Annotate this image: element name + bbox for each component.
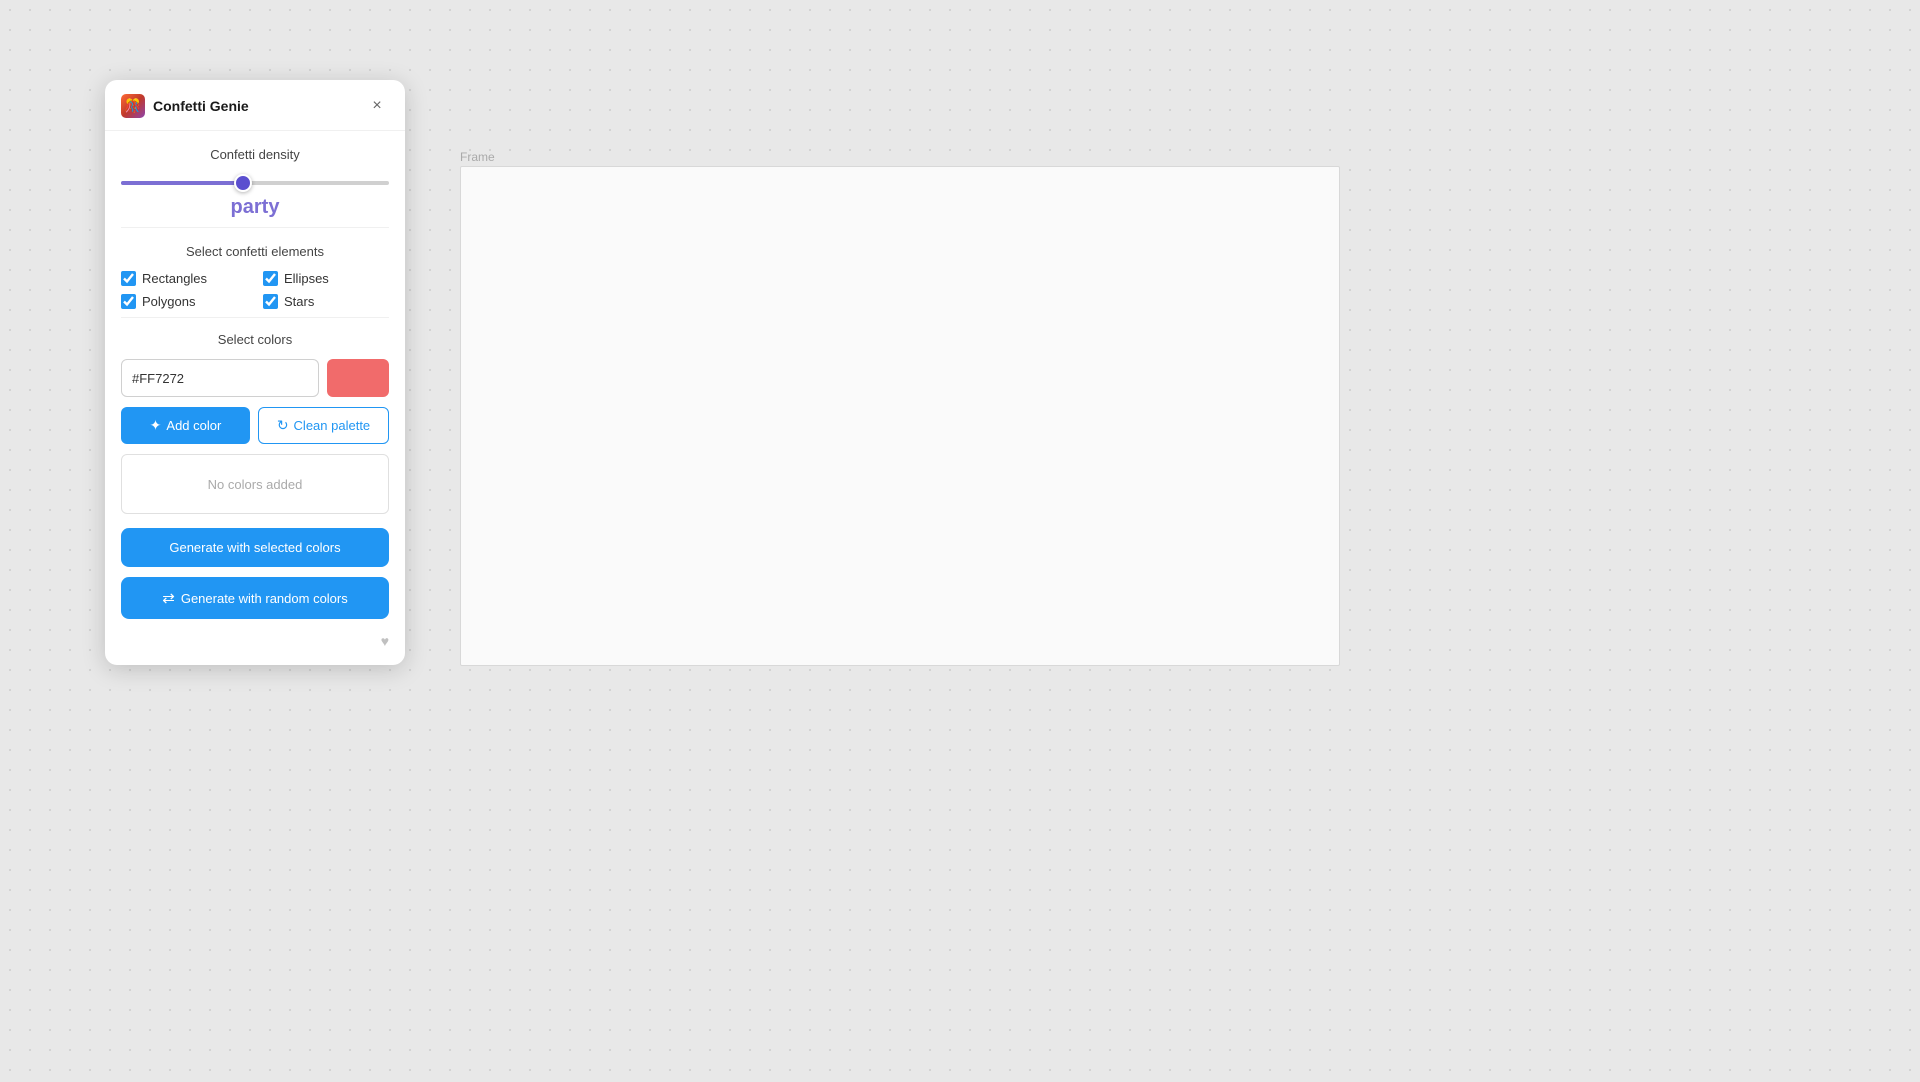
- generate-selected-button[interactable]: Generate with selected colors: [121, 528, 389, 567]
- clean-palette-icon: ↻: [277, 417, 289, 434]
- checkbox-polygons-input[interactable]: [121, 294, 136, 309]
- generate-random-label: Generate with random colors: [181, 591, 348, 606]
- elements-grid: Rectangles Ellipses Polygons Stars: [121, 271, 389, 309]
- shuffle-icon: ⇄: [162, 589, 175, 607]
- clean-palette-button[interactable]: ↻ Clean palette: [258, 407, 389, 444]
- panel-title: Confetti Genie: [153, 98, 249, 114]
- checkbox-rectangles-label: Rectangles: [142, 271, 207, 286]
- add-color-icon: ✦: [150, 417, 162, 434]
- checkbox-ellipses-label: Ellipses: [284, 271, 329, 286]
- density-slider[interactable]: [121, 181, 389, 185]
- checkbox-polygons-label: Polygons: [142, 294, 195, 309]
- panel-header-left: 🎊 Confetti Genie: [121, 94, 249, 118]
- panel-body: Confetti density party Select confetti e…: [105, 131, 405, 627]
- density-label: Confetti density: [121, 147, 389, 162]
- frame-box: [460, 166, 1340, 666]
- color-action-row: ✦ Add color ↻ Clean palette: [121, 407, 389, 444]
- density-value: party: [121, 196, 389, 219]
- close-button[interactable]: ×: [365, 94, 389, 118]
- generate-selected-label: Generate with selected colors: [169, 540, 340, 555]
- no-colors-text: No colors added: [208, 477, 303, 492]
- frame-area: Frame: [460, 150, 1340, 650]
- color-swatch[interactable]: [327, 359, 389, 397]
- density-section: Confetti density party: [121, 131, 389, 228]
- slider-wrapper: [121, 174, 389, 192]
- add-color-label: Add color: [166, 418, 221, 433]
- checkbox-stars-input[interactable]: [263, 294, 278, 309]
- colors-label: Select colors: [121, 332, 389, 347]
- no-colors-box: No colors added: [121, 454, 389, 514]
- app-icon: 🎊: [121, 94, 145, 118]
- main-panel: 🎊 Confetti Genie × Confetti density part…: [105, 80, 405, 665]
- color-hex-input[interactable]: [121, 359, 319, 397]
- color-input-row: [121, 359, 389, 397]
- checkbox-rectangles[interactable]: Rectangles: [121, 271, 247, 286]
- checkbox-rectangles-input[interactable]: [121, 271, 136, 286]
- checkbox-ellipses-input[interactable]: [263, 271, 278, 286]
- frame-label: Frame: [460, 150, 1340, 164]
- colors-section: Select colors ✦ Add color ↻ Clean palett…: [121, 318, 389, 627]
- clean-palette-label: Clean palette: [294, 418, 371, 433]
- add-color-button[interactable]: ✦ Add color: [121, 407, 250, 444]
- heart-icon: ♥: [105, 627, 405, 649]
- elements-section: Select confetti elements Rectangles Elli…: [121, 228, 389, 318]
- checkbox-stars[interactable]: Stars: [263, 294, 389, 309]
- elements-label: Select confetti elements: [121, 244, 389, 259]
- checkbox-polygons[interactable]: Polygons: [121, 294, 247, 309]
- checkbox-stars-label: Stars: [284, 294, 314, 309]
- generate-random-button[interactable]: ⇄ Generate with random colors: [121, 577, 389, 619]
- checkbox-ellipses[interactable]: Ellipses: [263, 271, 389, 286]
- panel-header: 🎊 Confetti Genie ×: [105, 80, 405, 131]
